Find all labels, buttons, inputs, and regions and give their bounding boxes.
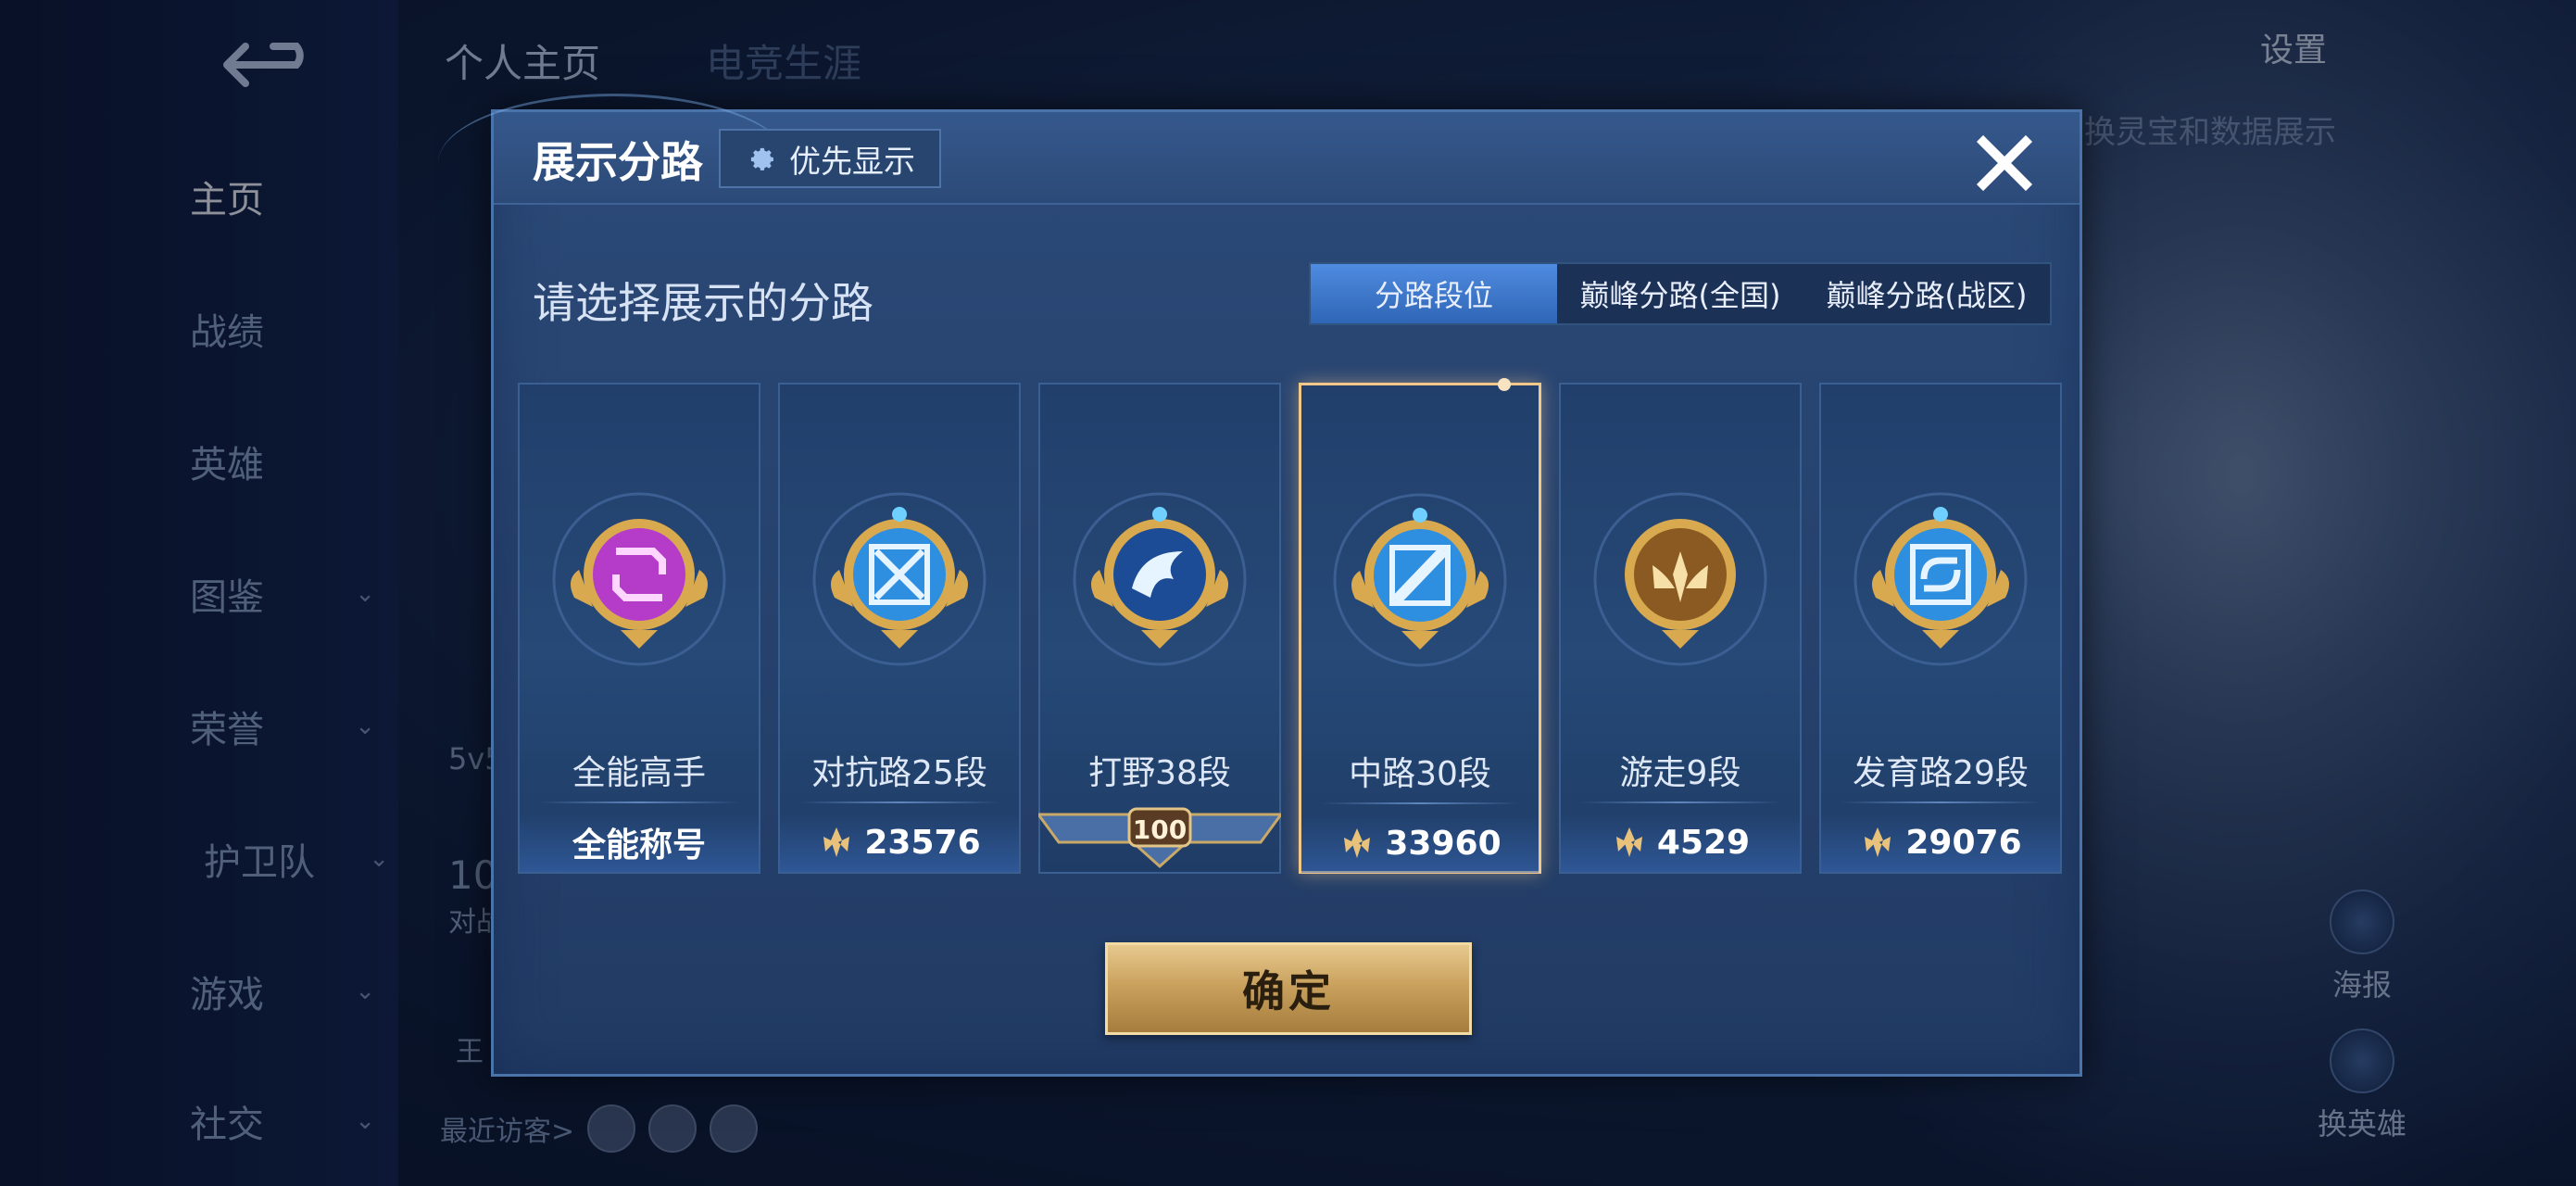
clash-lane-badge <box>807 486 992 672</box>
tab-peak-region[interactable]: 巅峰分路(战区) <box>1803 264 2050 323</box>
farm-lane-badge <box>1848 486 2033 672</box>
dialog-title: 展示分路 <box>533 137 703 187</box>
tab-lane-rank[interactable]: 分路段位 <box>1311 264 1557 323</box>
dialog-header: 展示分路 优先显示 <box>438 94 2080 205</box>
divider <box>538 801 740 803</box>
divider <box>1840 801 2042 803</box>
divider <box>1579 801 1781 803</box>
card-value: 29076 <box>1821 813 2060 872</box>
divider <box>798 801 1000 803</box>
card-value: 23576 <box>780 813 1019 872</box>
power-icon <box>823 827 850 857</box>
lane-tab-group: 分路段位 巅峰分路(全国) 巅峰分路(战区) <box>1309 262 2052 325</box>
power-icon <box>1865 827 1891 857</box>
selected-indicator <box>1498 378 1511 391</box>
lane-card-all-round[interactable]: 全能高手 全能称号 <box>518 383 760 874</box>
lane-display-dialog: 展示分路 优先显示 请选择展示的分路 分路段位 巅峰分路(全国) 巅峰分路(战区… <box>438 94 2082 1077</box>
dialog-subtitle: 请选择展示的分路 <box>533 278 873 328</box>
divider <box>1320 802 1520 804</box>
priority-display-button[interactable]: 优先显示 <box>719 129 941 188</box>
lane-card-mid[interactable]: 中路30段 33960 <box>1299 378 1541 874</box>
card-value: 全能称号 <box>520 813 759 872</box>
card-lane-name: 游走9段 <box>1619 754 1741 792</box>
mid-lane-badge <box>1327 487 1513 673</box>
rank-number: 100 <box>1132 814 1187 845</box>
lane-card-jungle[interactable]: 打野38段 100 <box>1038 383 1281 874</box>
confirm-button[interactable]: 确定 <box>1105 942 1472 1035</box>
lane-card-clash[interactable]: 对抗路25段 23576 <box>778 383 1021 874</box>
power-icon <box>1344 828 1371 858</box>
tab-peak-national[interactable]: 巅峰分路(全国) <box>1557 264 1803 323</box>
card-value: 33960 <box>1301 814 1539 873</box>
all-round-badge <box>547 486 732 672</box>
card-lane-name: 发育路29段 <box>1853 754 2029 792</box>
card-value: 4529 <box>1561 813 1800 872</box>
lane-card-list: 全能高手 全能称号 对抗路25段 23576 打野38段 100 中路30段 3… <box>518 378 2062 874</box>
card-lane-name: 对抗路25段 <box>811 754 987 792</box>
gear-icon <box>750 147 773 170</box>
jungle-badge <box>1067 486 1252 672</box>
card-lane-name: 打野38段 <box>1088 754 1231 792</box>
lane-card-farm[interactable]: 发育路29段 29076 <box>1819 383 2062 874</box>
card-lane-name: 中路30段 <box>1349 755 1491 793</box>
roam-badge <box>1588 486 1773 672</box>
lane-card-roam[interactable]: 游走9段 4529 <box>1559 383 1802 874</box>
card-lane-name: 全能高手 <box>572 754 706 792</box>
close-icon[interactable] <box>1970 129 2039 197</box>
power-icon <box>1615 827 1642 857</box>
